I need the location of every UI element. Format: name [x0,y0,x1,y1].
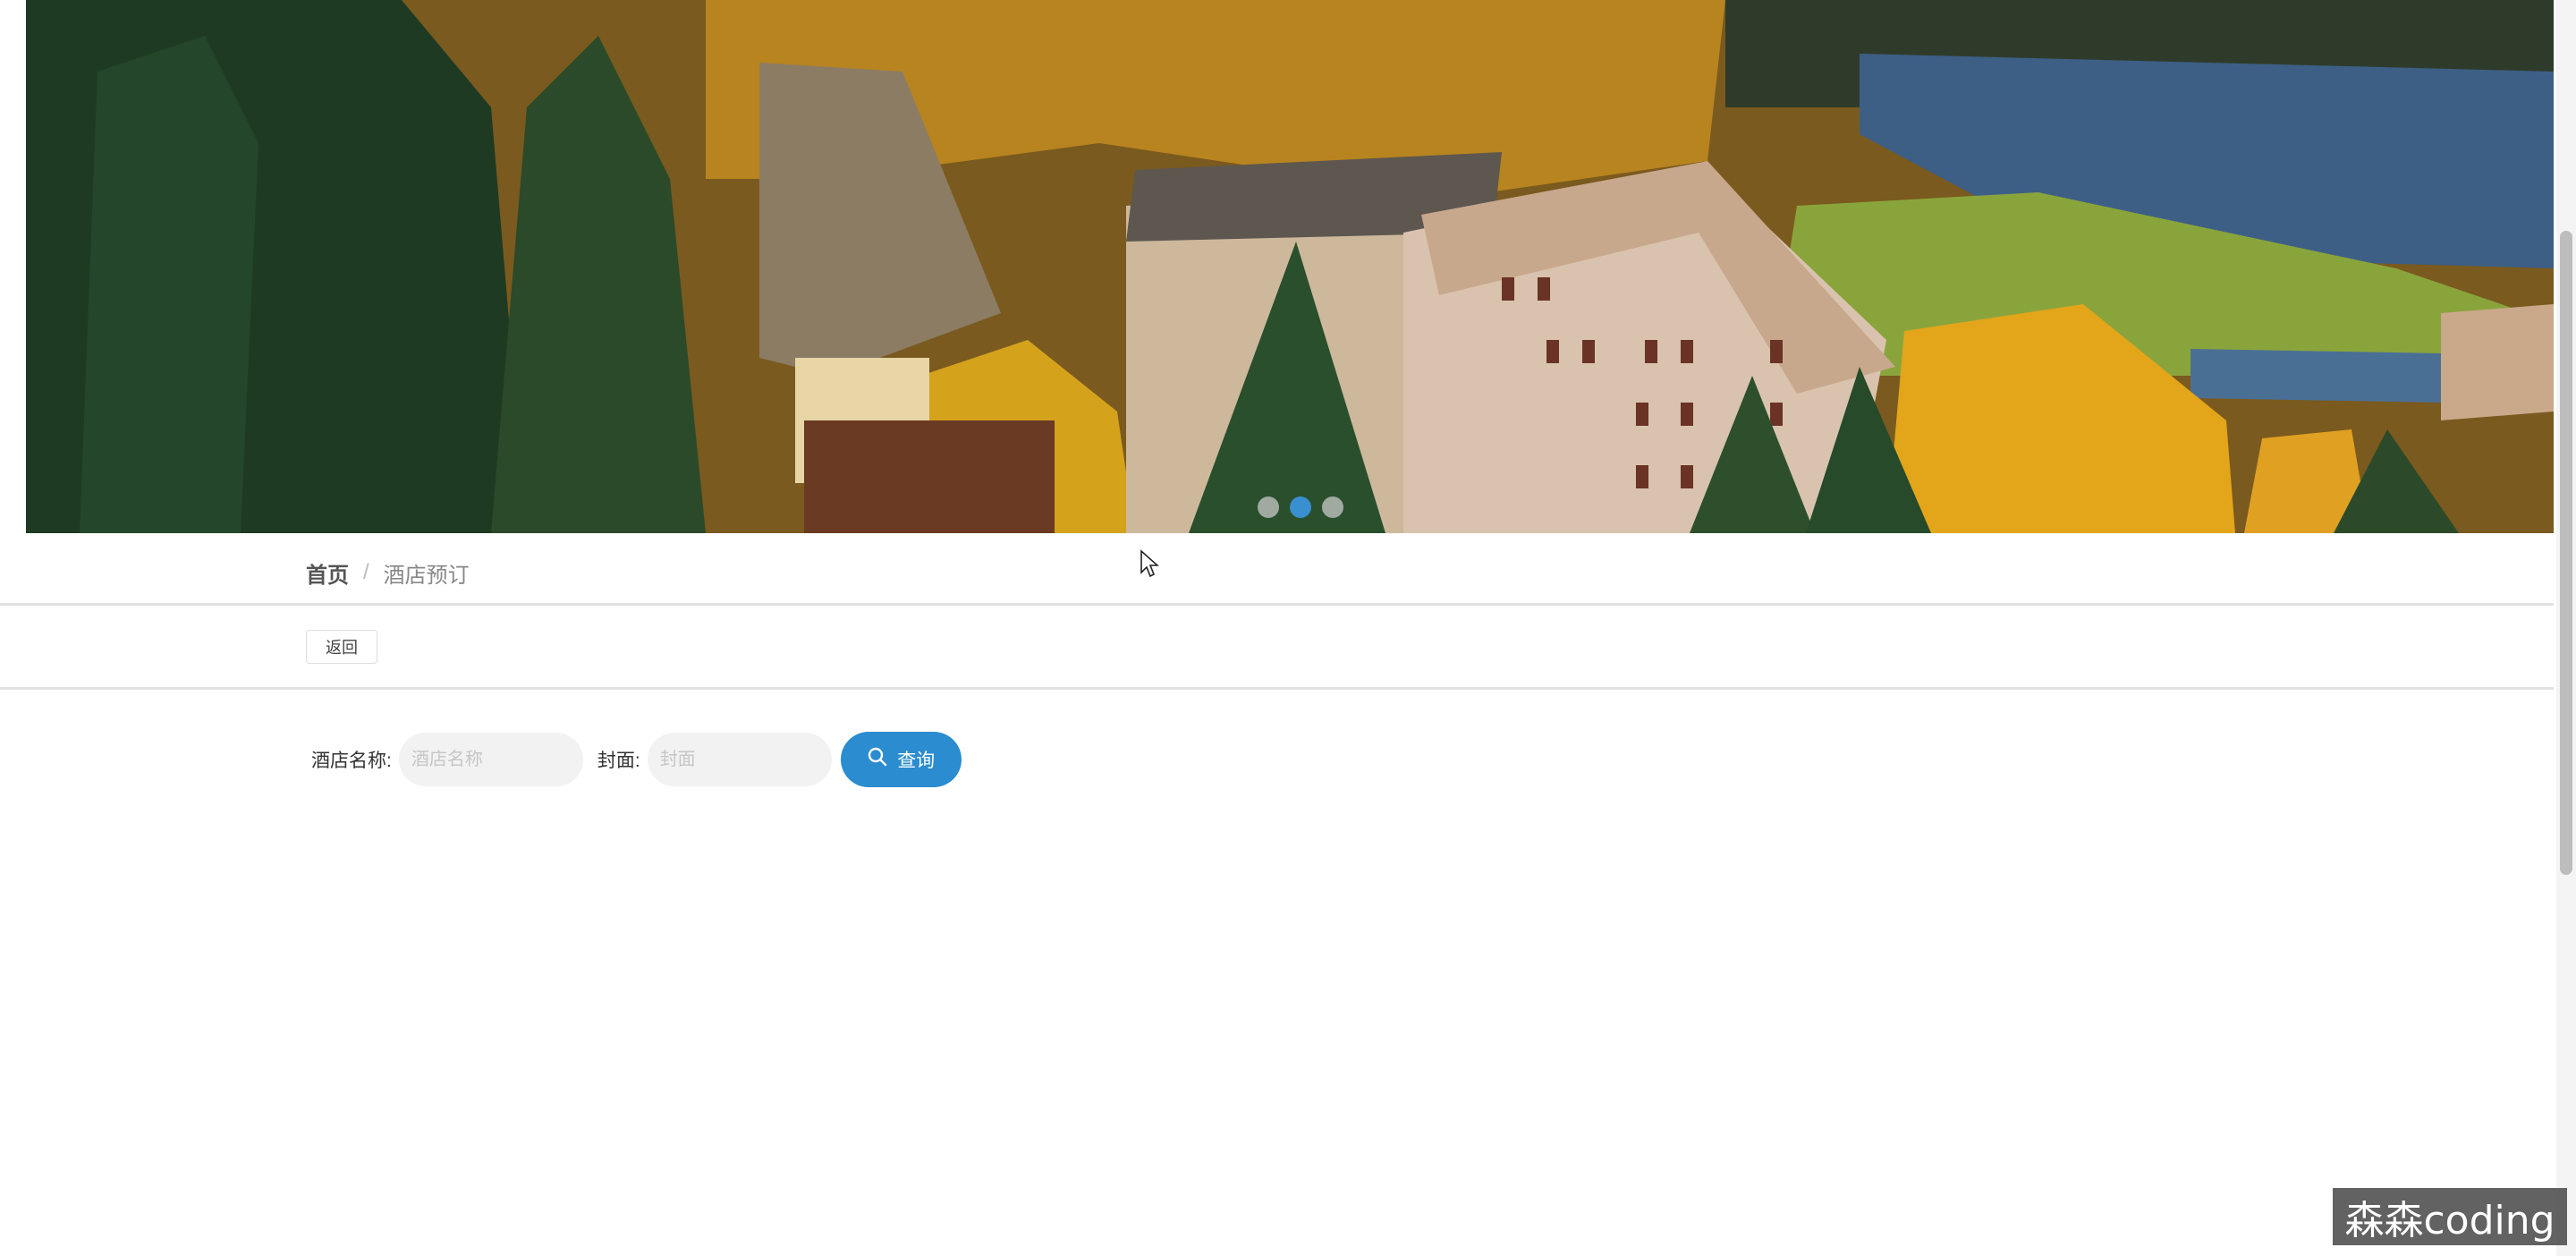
carousel-indicators [1258,496,1343,518]
watermark: 森森coding [2333,1188,2567,1245]
breadcrumb: 首页 / 酒店预订 [306,555,470,590]
scrollbar-thumb[interactable] [2560,231,2572,875]
carousel-dot-1[interactable] [1258,496,1279,518]
divider-bottom [0,687,2554,690]
hotel-name-input[interactable] [398,733,583,786]
banner-carousel [26,0,2554,533]
mouse-cursor-icon [1140,549,1160,582]
cover-input[interactable] [647,733,832,786]
back-button[interactable]: 返回 [306,630,377,664]
divider-top [0,603,2554,606]
search-button-label: 查询 [897,751,936,771]
hotel-name-label: 酒店名称: [311,751,392,771]
banner-image [26,0,2554,533]
carousel-dot-3[interactable] [1322,496,1343,518]
search-button[interactable]: 查询 [840,732,962,787]
search-form: 酒店名称: 封面: 查询 [311,732,962,787]
search-icon [867,746,888,773]
carousel-dot-2[interactable] [1290,496,1311,518]
breadcrumb-home[interactable]: 首页 [306,557,349,589]
breadcrumb-current: 酒店预订 [383,563,470,588]
page-scrollbar[interactable] [2556,0,2576,1256]
breadcrumb-separator: / [363,560,369,584]
cover-label: 封面: [597,751,640,771]
